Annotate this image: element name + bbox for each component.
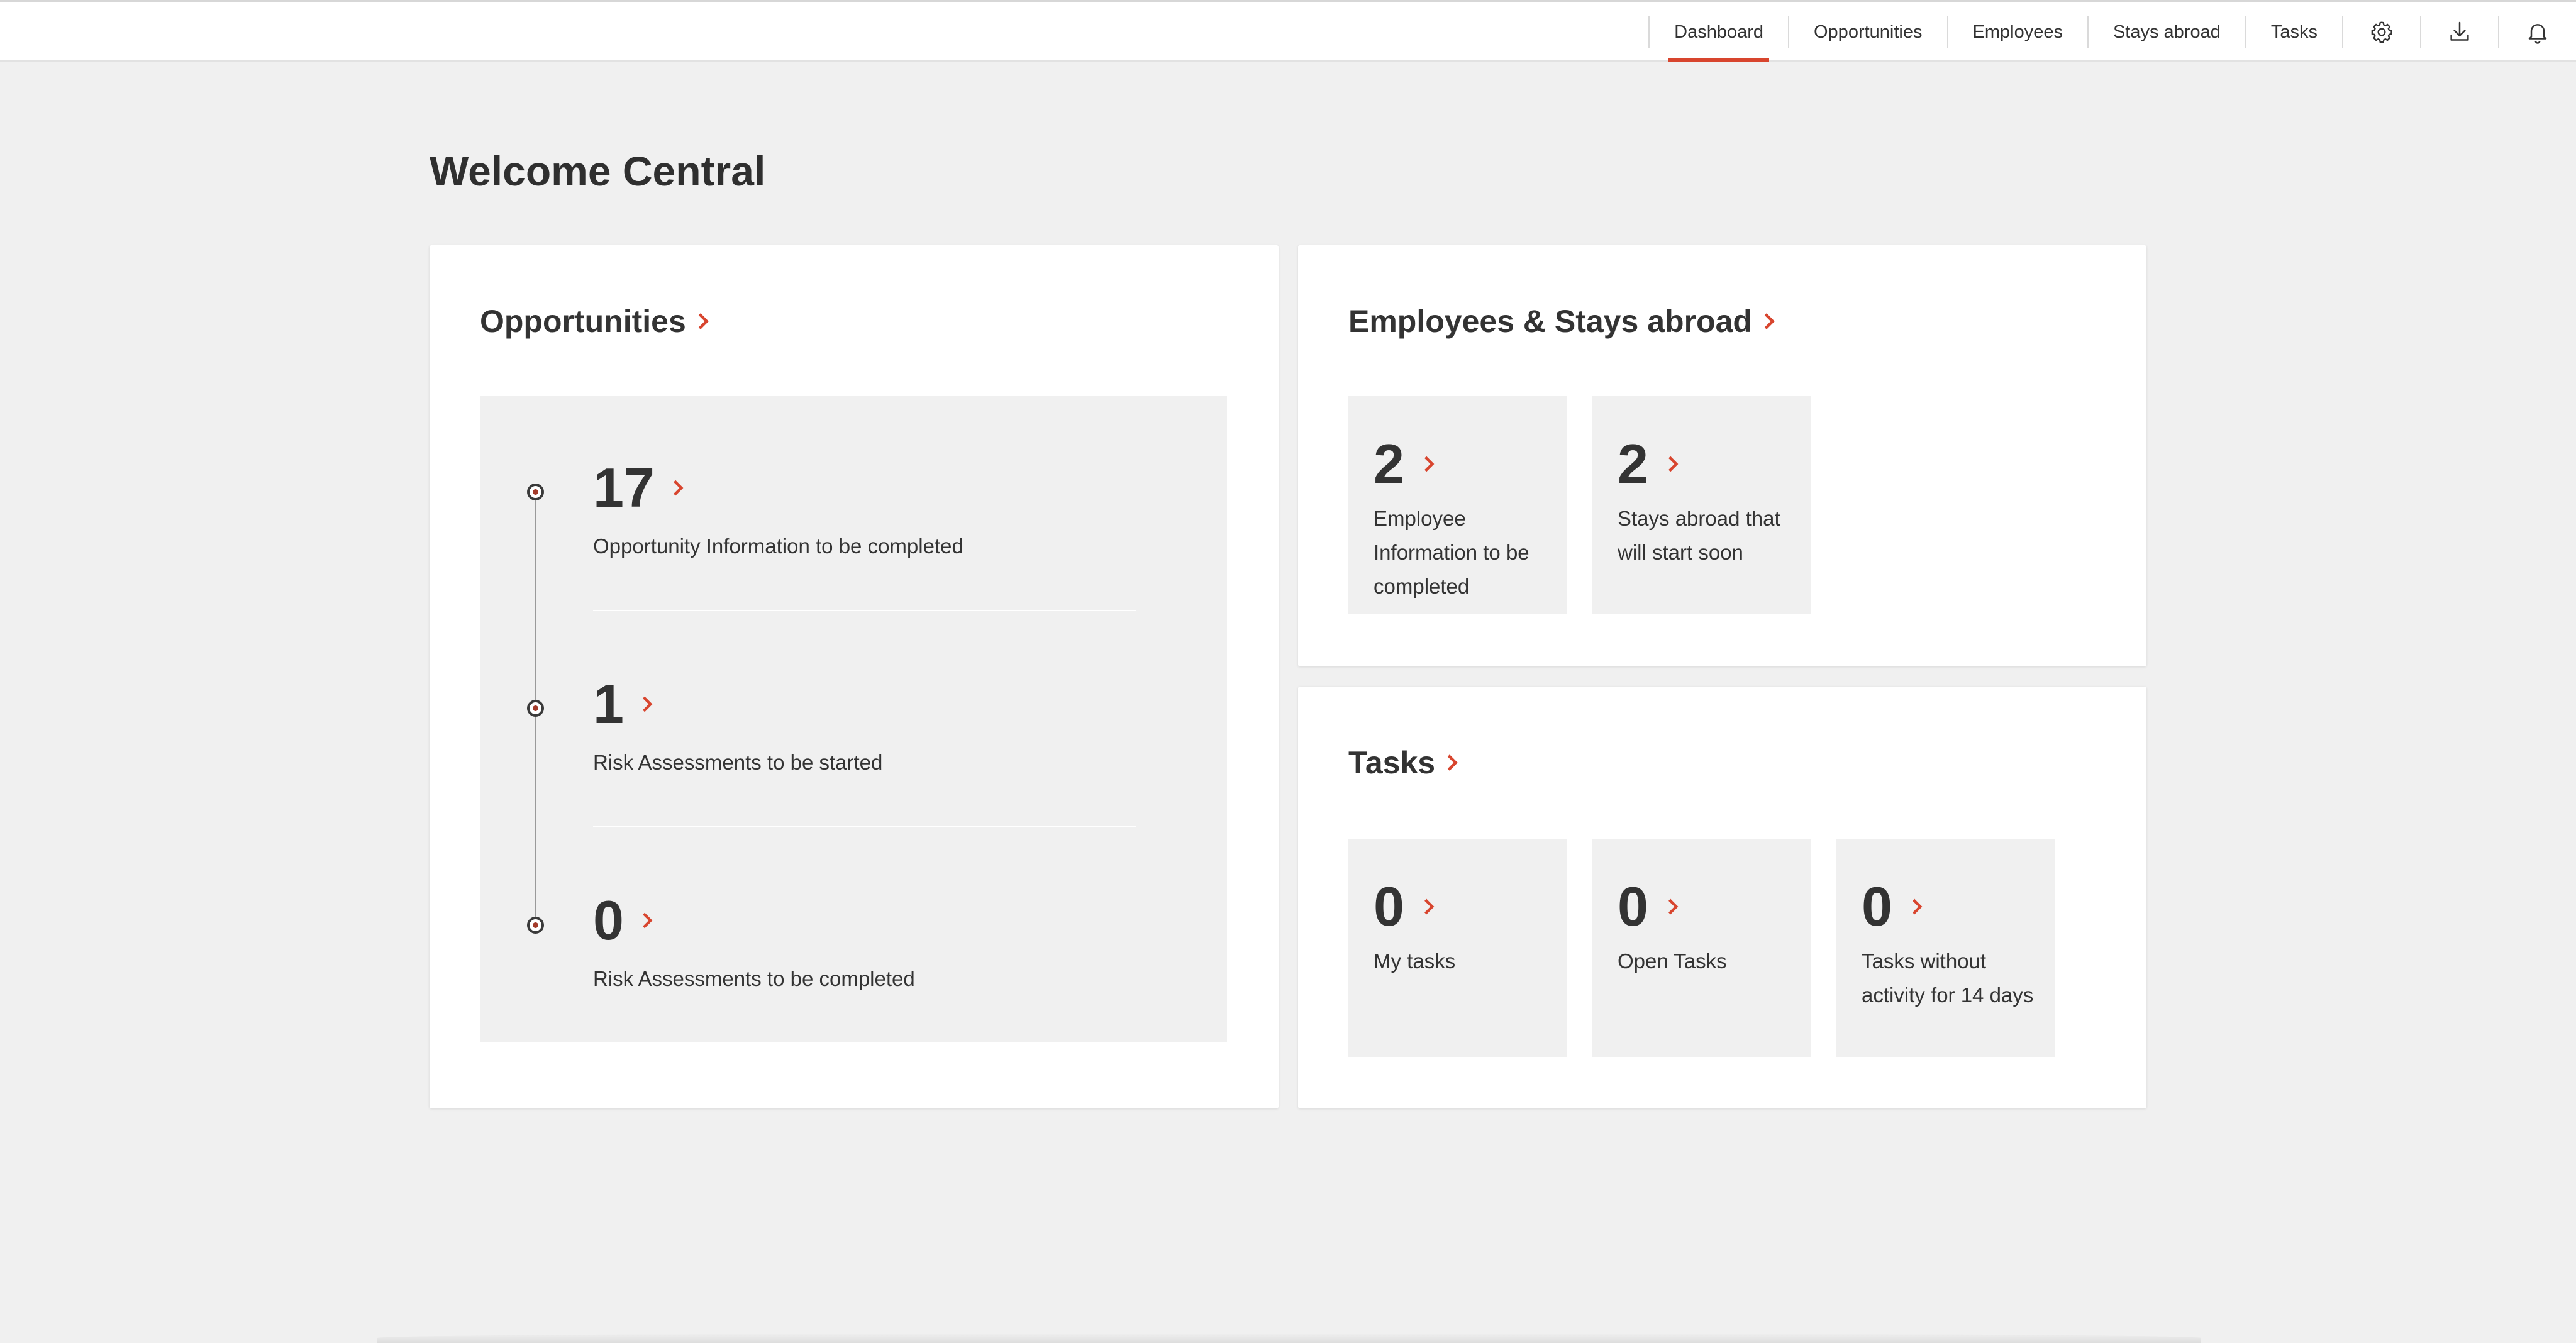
tile-label: My tasks — [1374, 949, 1456, 973]
chevron-right-icon — [1668, 456, 1679, 472]
nav-item-label: Dashboard — [1674, 21, 1763, 42]
card-title-label: Employees & Stays abroad — [1348, 304, 1752, 339]
tile-label: Stays abroad that will start soon — [1618, 507, 1780, 564]
opportunity-count-link[interactable]: 17 — [593, 460, 1159, 516]
tile-count-line: 2 — [1374, 436, 1435, 492]
card-title-label: Opportunities — [480, 304, 686, 339]
tile-label: Open Tasks — [1618, 949, 1727, 973]
tile-count-line: 2 — [1618, 436, 1679, 492]
gear-icon — [2371, 21, 2392, 43]
tasks-card-title[interactable]: Tasks — [1348, 744, 1459, 781]
main-nav: Dashboard Opportunities Employees Stays … — [1648, 2, 2576, 62]
opportunities-card: Opportunities 17 Opportunity Information… — [430, 245, 1279, 1108]
opportunity-count: 17 — [593, 456, 655, 519]
chevron-right-icon — [1913, 898, 1923, 915]
tile-label: Tasks without activity for 14 days — [1862, 949, 2034, 1007]
opportunity-label: Opportunity Information to be completed — [593, 534, 963, 558]
tile-count-line: 0 — [1618, 879, 1679, 934]
opportunity-row: 0 Risk Assessments to be completed — [593, 893, 1159, 991]
timeline-dot-icon — [527, 917, 544, 934]
opportunity-label: Risk Assessments to be completed — [593, 967, 915, 990]
chevron-right-icon — [698, 313, 709, 329]
bottom-edge-shadow — [377, 1333, 2201, 1343]
nav-item-employees[interactable]: Employees — [1948, 2, 2087, 62]
tile-count: 2 — [1618, 433, 1648, 495]
stays-abroad-tile[interactable]: 2 Stays abroad that will start soon — [1592, 396, 1811, 614]
opportunity-count-link[interactable]: 0 — [593, 893, 1159, 948]
nav-item-stays-abroad[interactable]: Stays abroad — [2089, 2, 2245, 62]
chevron-right-icon — [643, 912, 653, 929]
chevron-right-icon — [1668, 898, 1679, 915]
opportunity-count: 0 — [593, 889, 624, 951]
chevron-right-icon — [1424, 898, 1435, 915]
download-button[interactable] — [2421, 2, 2498, 62]
nav-item-label: Employees — [1972, 21, 2063, 42]
tile-count: 0 — [1862, 875, 1892, 937]
inactive-tasks-tile[interactable]: 0 Tasks without activity for 14 days — [1836, 839, 2055, 1057]
tile-label: Employee Information to be completed — [1374, 507, 1530, 598]
tile-count: 0 — [1618, 875, 1648, 937]
row-divider — [593, 610, 1136, 611]
open-tasks-tile[interactable]: 0 Open Tasks — [1592, 839, 1811, 1057]
tile-count-line: 0 — [1374, 879, 1435, 934]
page-title: Welcome Central — [430, 148, 766, 194]
chevron-right-icon — [1447, 754, 1458, 771]
nav-item-tasks[interactable]: Tasks — [2246, 2, 2342, 62]
row-divider — [593, 826, 1136, 827]
chevron-right-icon — [673, 480, 684, 496]
employee-info-tile[interactable]: 2 Employee Information to be completed — [1348, 396, 1567, 614]
nav-item-dashboard[interactable]: Dashboard — [1650, 2, 1788, 62]
timeline-dot-icon — [527, 484, 544, 500]
employees-card-title[interactable]: Employees & Stays abroad — [1348, 303, 1776, 340]
nav-item-label: Tasks — [2270, 21, 2318, 42]
opportunity-row: 1 Risk Assessments to be started — [593, 677, 1159, 775]
timeline-dot-icon — [527, 700, 544, 717]
nav-item-label: Stays abroad — [2112, 21, 2221, 42]
notifications-button[interactable] — [2499, 2, 2576, 62]
opportunities-card-title[interactable]: Opportunities — [480, 303, 710, 340]
tile-count: 2 — [1374, 433, 1404, 495]
employees-stays-card: Employees & Stays abroad 2 Employee Info… — [1298, 245, 2146, 666]
chevron-right-icon — [1424, 456, 1435, 472]
opportunity-count: 1 — [593, 673, 624, 735]
card-title-label: Tasks — [1348, 745, 1436, 780]
opportunity-row: 17 Opportunity Information to be complet… — [593, 460, 1159, 558]
opportunity-count-link[interactable]: 1 — [593, 677, 1159, 732]
top-navigation-bar: Dashboard Opportunities Employees Stays … — [0, 0, 2576, 62]
my-tasks-tile[interactable]: 0 My tasks — [1348, 839, 1567, 1057]
opportunities-panel: 17 Opportunity Information to be complet… — [480, 396, 1227, 1042]
tasks-card: Tasks 0 My tasks 0 Open Tasks 0 Tasks wi… — [1298, 687, 2146, 1108]
tile-count: 0 — [1374, 875, 1404, 937]
nav-item-label: Opportunities — [1814, 21, 1923, 42]
chevron-right-icon — [1764, 313, 1775, 329]
tile-count-line: 0 — [1862, 879, 1923, 934]
bell-icon — [2528, 24, 2547, 44]
nav-item-opportunities[interactable]: Opportunities — [1789, 2, 1947, 62]
opportunity-label: Risk Assessments to be started — [593, 751, 883, 774]
chevron-right-icon — [643, 696, 653, 712]
settings-button[interactable] — [2343, 2, 2420, 62]
download-icon — [2450, 21, 2469, 41]
